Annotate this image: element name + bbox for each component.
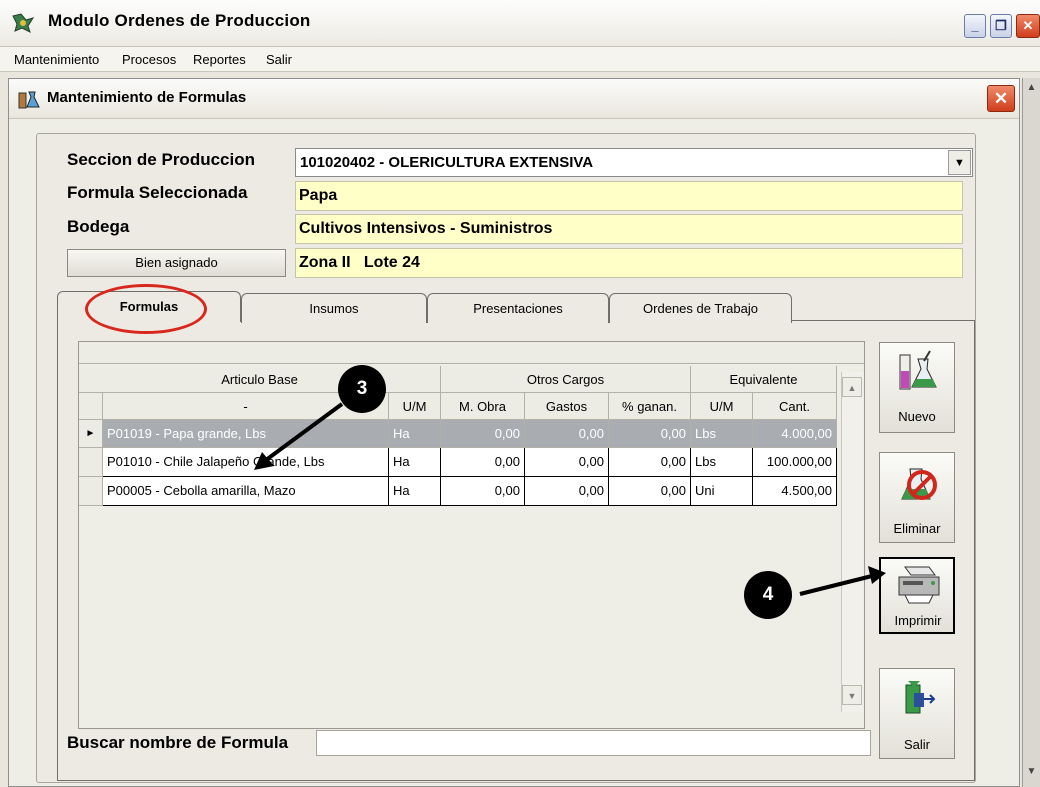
seccion-label: Seccion de Produccion: [67, 150, 255, 169]
bien-field[interactable]: Zona II Lote 24: [295, 248, 963, 278]
menu-bar: Mantenimiento Procesos Reportes Salir: [0, 46, 1040, 72]
lab-flask-icon: [17, 89, 41, 109]
cell-articulo[interactable]: P01010 - Chile Jalapeño Grande, Lbs: [103, 448, 389, 477]
cell-um[interactable]: Ha: [389, 420, 441, 448]
menu-mantenimiento[interactable]: Mantenimiento: [14, 52, 99, 67]
delete-flask-icon: [896, 461, 940, 505]
col-header-ganancia: % ganan.: [609, 393, 691, 420]
tab-ordenes-trabajo[interactable]: Ordenes de Trabajo: [609, 293, 792, 323]
eliminar-label: Eliminar: [893, 521, 941, 536]
nuevo-label: Nuevo: [898, 409, 936, 424]
col-header-cant: Cant.: [753, 393, 837, 420]
cell-cant[interactable]: 100.000,00: [753, 448, 837, 477]
dialog-title-bar: Mantenimiento de Formulas: [9, 79, 1019, 119]
col-header-mobra: M. Obra: [441, 393, 525, 420]
col-header-um-equiv: U/M: [691, 393, 753, 420]
outer-scrollbar[interactable]: ▲ ▼: [1022, 78, 1040, 787]
cell-ganancia[interactable]: 0,00: [609, 448, 691, 477]
header-equivalente: Equivalente: [691, 366, 837, 393]
bodega-label: Bodega: [67, 217, 130, 236]
seccion-select[interactable]: 101020402 - OLERICULTURA EXTENSIVA ▼: [295, 148, 973, 177]
col-header-um: U/M: [389, 393, 441, 420]
cell-gastos[interactable]: 0,00: [525, 477, 609, 506]
app-icon: [10, 12, 36, 34]
cell-um-equiv[interactable]: Uni: [691, 477, 753, 506]
formula-label: Formula Seleccionada: [67, 183, 248, 202]
scroll-up-icon[interactable]: ▲: [1025, 82, 1038, 98]
printer-icon: [895, 563, 943, 605]
scroll-down-icon[interactable]: ▼: [842, 685, 862, 705]
cell-um[interactable]: Ha: [389, 477, 441, 506]
bodega-field[interactable]: Cultivos Intensivos - Suministros: [295, 214, 963, 244]
annotation-marker-4: 4: [744, 571, 792, 619]
cell-ganancia[interactable]: 0,00: [609, 477, 691, 506]
cell-mobra[interactable]: 0,00: [441, 420, 525, 448]
row-selector[interactable]: [79, 477, 103, 506]
header-articulo-base: Articulo Base: [79, 366, 441, 393]
cell-um-equiv[interactable]: Lbs: [691, 420, 753, 448]
cell-cant[interactable]: 4.000,00: [753, 420, 837, 448]
menu-procesos[interactable]: Procesos: [122, 52, 176, 67]
cell-mobra[interactable]: 0,00: [441, 448, 525, 477]
grid-band: [79, 342, 864, 364]
cell-cant[interactable]: 4.500,00: [753, 477, 837, 506]
search-input[interactable]: [316, 730, 871, 756]
cell-ganancia[interactable]: 0,00: [609, 420, 691, 448]
eliminar-button[interactable]: Eliminar: [879, 452, 955, 543]
row-selector[interactable]: [79, 448, 103, 477]
cell-um[interactable]: Ha: [389, 448, 441, 477]
scroll-down-icon[interactable]: ▼: [1025, 766, 1038, 782]
minimize-button[interactable]: _: [964, 14, 986, 38]
cell-articulo[interactable]: P01019 - Papa grande, Lbs: [103, 420, 389, 448]
header-otros-cargos: Otros Cargos: [441, 366, 691, 393]
cell-mobra[interactable]: 0,00: [441, 477, 525, 506]
menu-salir[interactable]: Salir: [266, 52, 292, 67]
chevron-down-icon[interactable]: ▼: [948, 150, 971, 175]
formula-grid[interactable]: Articulo Base Otros Cargos Equivalente -…: [78, 341, 865, 729]
cell-articulo[interactable]: P00005 - Cebolla amarilla, Mazo: [103, 477, 389, 506]
exit-door-icon: [900, 679, 936, 719]
col-header-gastos: Gastos: [525, 393, 609, 420]
cell-um-equiv[interactable]: Lbs: [691, 448, 753, 477]
annotation-marker-3: 3: [338, 365, 386, 413]
row-pointer-icon: ►: [79, 420, 103, 448]
row-indicator-header: [79, 393, 103, 420]
nuevo-button[interactable]: Nuevo: [879, 342, 955, 433]
lab-flask-icon: [896, 349, 940, 393]
close-app-button[interactable]: ✕: [1016, 14, 1040, 38]
menu-reportes[interactable]: Reportes: [193, 52, 246, 67]
highlight-circle: [85, 284, 207, 334]
bien-asignado-button[interactable]: Bien asignado: [67, 249, 286, 277]
imprimir-label: Imprimir: [894, 613, 942, 628]
salir-label: Salir: [903, 737, 930, 752]
scroll-up-icon[interactable]: ▲: [842, 377, 862, 397]
grid-scrollbar[interactable]: ▲ ▼: [841, 372, 863, 712]
dialog-title: Mantenimiento de Formulas: [47, 89, 247, 106]
app-title-bar: Modulo Ordenes de Produccion _ ❐ ✕: [0, 0, 1040, 46]
seccion-value: 101020402 - OLERICULTURA EXTENSIVA: [300, 154, 594, 171]
cell-gastos[interactable]: 0,00: [525, 420, 609, 448]
tab-insumos[interactable]: Insumos: [241, 293, 427, 323]
buscar-label: Buscar nombre de Formula: [67, 733, 289, 752]
formula-field[interactable]: Papa: [295, 181, 963, 211]
restore-button[interactable]: ❐: [990, 14, 1012, 38]
tab-presentaciones[interactable]: Presentaciones: [427, 293, 609, 323]
app-title: Modulo Ordenes de Produccion: [48, 11, 311, 30]
imprimir-button[interactable]: Imprimir: [879, 557, 955, 634]
salir-button[interactable]: Salir: [879, 668, 955, 759]
cell-gastos[interactable]: 0,00: [525, 448, 609, 477]
dialog-close-button[interactable]: ✕: [987, 85, 1015, 112]
